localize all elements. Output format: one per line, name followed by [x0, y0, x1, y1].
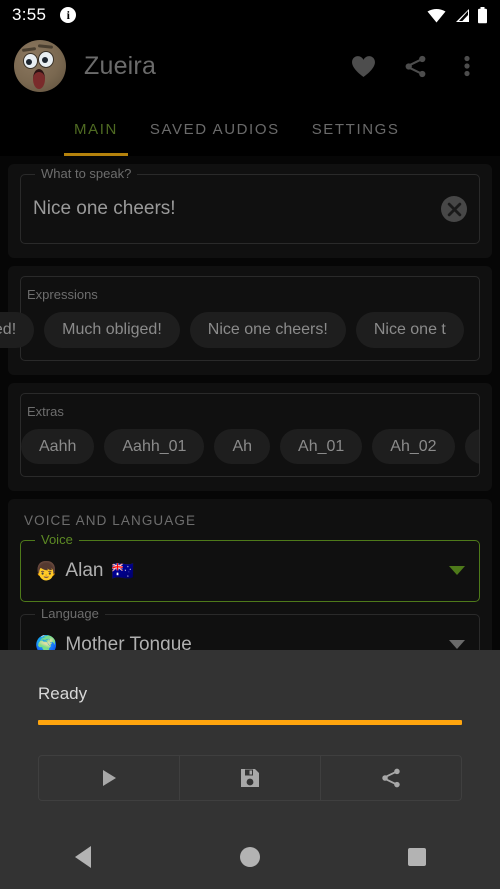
back-triangle-icon: [75, 846, 92, 868]
avatar[interactable]: [14, 40, 66, 92]
avatar-brow-right: [37, 44, 54, 49]
extras-container: Extras Aahh Aahh_01 Ah Ah_01 Ah_02 Aha: [20, 392, 480, 478]
extras-label: Extras: [27, 403, 64, 419]
speak-input-container[interactable]: What to speak? Nice one cheers!: [20, 167, 480, 244]
action-button-group: [38, 755, 462, 801]
share-icon: [405, 55, 425, 77]
progress-bar: [38, 720, 462, 725]
voice-select-value: 👦 Alan 🇦🇺: [35, 560, 449, 582]
expression-chip[interactable]: Nice one t: [355, 312, 464, 348]
tab-bar: MAIN SAVED AUDIOS SETTINGS: [0, 102, 500, 156]
voice-language-section-title: VOICE AND LANGUAGE: [24, 513, 197, 529]
voice-flag-emoji: 🇦🇺: [111, 560, 134, 581]
close-icon: [447, 202, 461, 216]
status-bar-time: 3:55: [12, 5, 47, 24]
voice-avatar-emoji: 👦: [35, 560, 58, 581]
home-circle-icon: [240, 847, 260, 867]
app-window: 3:55 i Zueira MAIN SAVED AUDIOS SETTINGS…: [0, 0, 500, 889]
extras-card: Extras Aahh Aahh_01 Ah Ah_01 Ah_02 Aha: [8, 382, 492, 492]
language-select-label: Language: [35, 607, 105, 621]
extra-chip[interactable]: Ah_01: [280, 428, 363, 465]
tab-main[interactable]: MAIN: [58, 102, 134, 156]
expressions-label: Expressions: [27, 287, 98, 302]
overflow-menu-button[interactable]: [454, 53, 480, 79]
play-button[interactable]: [39, 756, 180, 800]
page-title: Zueira: [84, 51, 157, 80]
chevron-down-icon: [449, 566, 465, 576]
favorite-button[interactable]: [350, 53, 376, 79]
voice-select[interactable]: Voice 👦 Alan 🇦🇺: [20, 533, 480, 603]
share-button[interactable]: [402, 53, 428, 79]
extra-chip[interactable]: Aha: [464, 428, 479, 465]
recents-square-icon: [407, 848, 426, 866]
speak-card: What to speak? Nice one cheers!: [8, 164, 492, 258]
save-button[interactable]: [180, 756, 321, 800]
status-bar-icons: [427, 6, 488, 24]
heart-icon: [351, 55, 375, 77]
bottom-sheet: Ready: [0, 650, 500, 825]
save-icon: [241, 769, 259, 787]
voice-name: Alan: [65, 560, 104, 582]
tab-saved-audios[interactable]: SAVED AUDIOS: [134, 102, 296, 156]
avatar-brow-left: [21, 47, 37, 52]
extra-chip[interactable]: Ah: [214, 428, 271, 465]
extra-chip[interactable]: Aahh_01: [104, 428, 205, 465]
extra-chip[interactable]: Aahh: [21, 428, 95, 465]
speak-input-value[interactable]: Nice one cheers!: [33, 198, 441, 220]
speak-input-label: What to speak?: [35, 167, 138, 180]
battery-icon: [478, 6, 487, 23]
nav-back-button[interactable]: [0, 846, 167, 868]
share-audio-button[interactable]: [321, 756, 461, 800]
info-icon: i: [60, 7, 77, 23]
share-icon: [382, 768, 400, 788]
nav-recents-button[interactable]: [333, 848, 500, 866]
nav-home-button[interactable]: [167, 847, 334, 867]
extras-chip-row[interactable]: Aahh Aahh_01 Ah Ah_01 Ah_02 Aha: [21, 419, 479, 477]
avatar-pupil-right: [42, 57, 48, 63]
expression-chip[interactable]: Nice one cheers!: [189, 312, 346, 348]
status-bar: 3:55 i: [0, 0, 500, 30]
expressions-chip-row[interactable]: ciated! Much obliged! Nice one cheers! N…: [0, 302, 479, 360]
chevron-down-icon: [449, 640, 465, 650]
avatar-pupil-left: [26, 59, 32, 65]
expressions-card: Expressions ciated! Much obliged! Nice o…: [0, 266, 492, 375]
wifi-icon: [427, 8, 446, 22]
cellular-signal-icon: [456, 8, 469, 22]
more-vertical-icon: [464, 55, 470, 77]
android-nav-bar: [0, 825, 500, 889]
expression-chip[interactable]: ciated!: [0, 312, 35, 348]
extra-chip[interactable]: Ah_02: [372, 428, 455, 465]
app-bar: Zueira: [0, 30, 500, 102]
expression-chip[interactable]: Much obliged!: [44, 312, 180, 348]
play-icon: [103, 770, 116, 786]
tab-settings[interactable]: SETTINGS: [296, 102, 416, 156]
clear-text-button[interactable]: [441, 196, 467, 222]
expressions-container: Expressions ciated! Much obliged! Nice o…: [0, 276, 480, 361]
voice-select-label: Voice: [35, 533, 79, 547]
app-bar-actions: [350, 53, 486, 79]
avatar-mouth: [33, 69, 45, 89]
status-text: Ready: [38, 684, 88, 703]
